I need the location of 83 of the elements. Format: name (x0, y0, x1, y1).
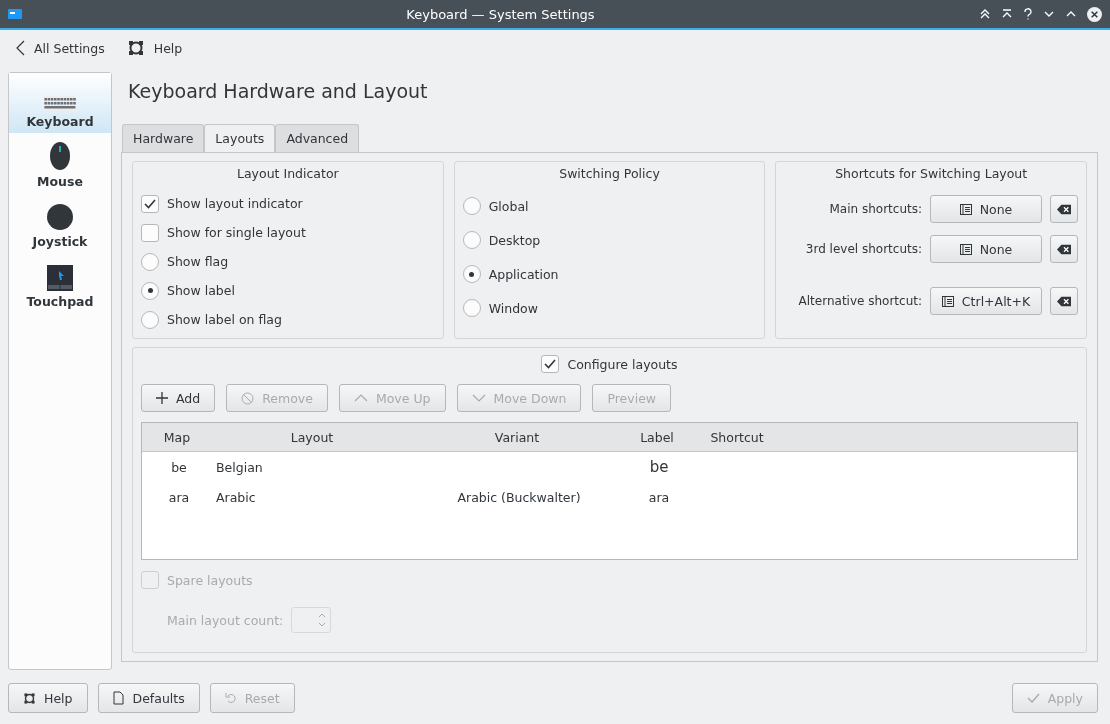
toolbar-button[interactable]: Add (141, 384, 216, 412)
help-icon[interactable] (1023, 8, 1033, 20)
radio-button[interactable] (462, 299, 481, 317)
radio-button[interactable] (141, 310, 159, 329)
option-label: Application (488, 266, 559, 282)
radio-button[interactable] (462, 197, 481, 215)
option-label: Show flag (167, 254, 229, 269)
group-title: Layout Indicator (236, 166, 340, 181)
table-cell: Arabic (Buckwalter) (457, 489, 581, 505)
list-icon (959, 243, 972, 255)
sidebar-item[interactable]: Mouse (9, 133, 111, 193)
sidebar-item[interactable]: Touchpad (9, 253, 111, 313)
footer-button[interactable]: Help (8, 683, 88, 713)
shortcut-button[interactable]: None (930, 195, 1042, 223)
table-cell-text: be (170, 459, 188, 475)
chevron-down-icon (471, 394, 486, 402)
table-cell-text: be (648, 458, 670, 476)
backspace-icon (1057, 295, 1071, 307)
checkbox[interactable] (141, 223, 159, 242)
field-label: Main layout count: (167, 612, 284, 628)
lifebuoy-icon (126, 40, 145, 56)
clear-shortcut-button[interactable] (1050, 287, 1078, 315)
checkbox[interactable] (141, 194, 159, 213)
mouse-icon (49, 141, 71, 171)
table-cell-text: ara (167, 489, 191, 505)
column-header[interactable]: Shortcut (692, 429, 782, 445)
tab[interactable]: Layouts (204, 124, 276, 152)
option-label: Desktop (488, 232, 541, 248)
shortcut-button[interactable]: None (930, 235, 1042, 263)
radio-button[interactable] (462, 265, 481, 283)
option-label: Show layout indicator (167, 196, 303, 211)
group-title: Shortcuts for Switching Layout (834, 166, 1029, 181)
footer-button[interactable]: Defaults (97, 683, 200, 713)
option-label: Window (488, 300, 538, 316)
option-label: Show for single layout (167, 225, 306, 240)
option-label: Configure layouts (567, 356, 678, 372)
radio-button[interactable] (141, 252, 159, 271)
shortcut-button[interactable]: Ctrl+Alt+K (930, 287, 1042, 315)
close-icon[interactable] (1087, 6, 1102, 22)
option-label: Global (488, 198, 529, 214)
list-icon (959, 203, 972, 215)
backspace-icon (1057, 203, 1071, 215)
table-cell-text: Belgian (215, 459, 264, 475)
plus-icon (156, 392, 168, 404)
joystick-icon (46, 203, 74, 231)
shortcut-label: 3rd level shortcuts: (804, 242, 922, 256)
shortcut-label: Main shortcuts: (828, 202, 922, 216)
group-title: Switching Policy (558, 166, 661, 181)
back-button[interactable]: All Settings (12, 38, 109, 58)
column-header[interactable]: Label (622, 429, 692, 445)
page-title: Keyboard Hardware and Layout (128, 80, 429, 102)
column-header[interactable]: Variant (412, 429, 622, 445)
checkmark-icon (1026, 693, 1040, 703)
clear-shortcut-button[interactable] (1050, 195, 1078, 223)
radio-button[interactable] (462, 231, 481, 249)
sidebar-item[interactable]: Joystick (9, 193, 111, 253)
touchpad-icon (47, 265, 73, 291)
app-icon (8, 9, 22, 19)
window-title: Keyboard — System Settings (405, 6, 596, 22)
table-cell-text: ara (647, 489, 671, 505)
column-header[interactable]: Layout (212, 429, 412, 445)
shortcut-label: Alternative shortcut: (797, 294, 922, 308)
keep-above-icon[interactable] (979, 8, 991, 20)
list-icon (941, 295, 954, 307)
table-cell-text: Arabic (215, 489, 257, 505)
sidebar-item[interactable]: Keyboard (9, 73, 111, 133)
column-header[interactable]: Map (142, 429, 212, 445)
option-label: Show label on flag (167, 312, 282, 327)
lifebuoy-icon (23, 691, 36, 705)
help-button[interactable]: Help (122, 38, 187, 58)
tab[interactable]: Advanced (275, 124, 360, 152)
checkbox[interactable] (541, 355, 560, 373)
radio-button[interactable] (141, 281, 159, 300)
backspace-icon (1057, 243, 1071, 255)
undo-icon (224, 692, 237, 704)
remove-icon (241, 391, 255, 405)
clear-shortcut-button[interactable] (1050, 235, 1078, 263)
option-label: Spare layouts (167, 572, 253, 588)
shade-icon[interactable] (1001, 8, 1013, 20)
document-icon (112, 691, 125, 705)
option-label: Show label (167, 283, 235, 298)
chevron-up-icon (353, 394, 368, 402)
tab[interactable]: Hardware (122, 124, 205, 152)
